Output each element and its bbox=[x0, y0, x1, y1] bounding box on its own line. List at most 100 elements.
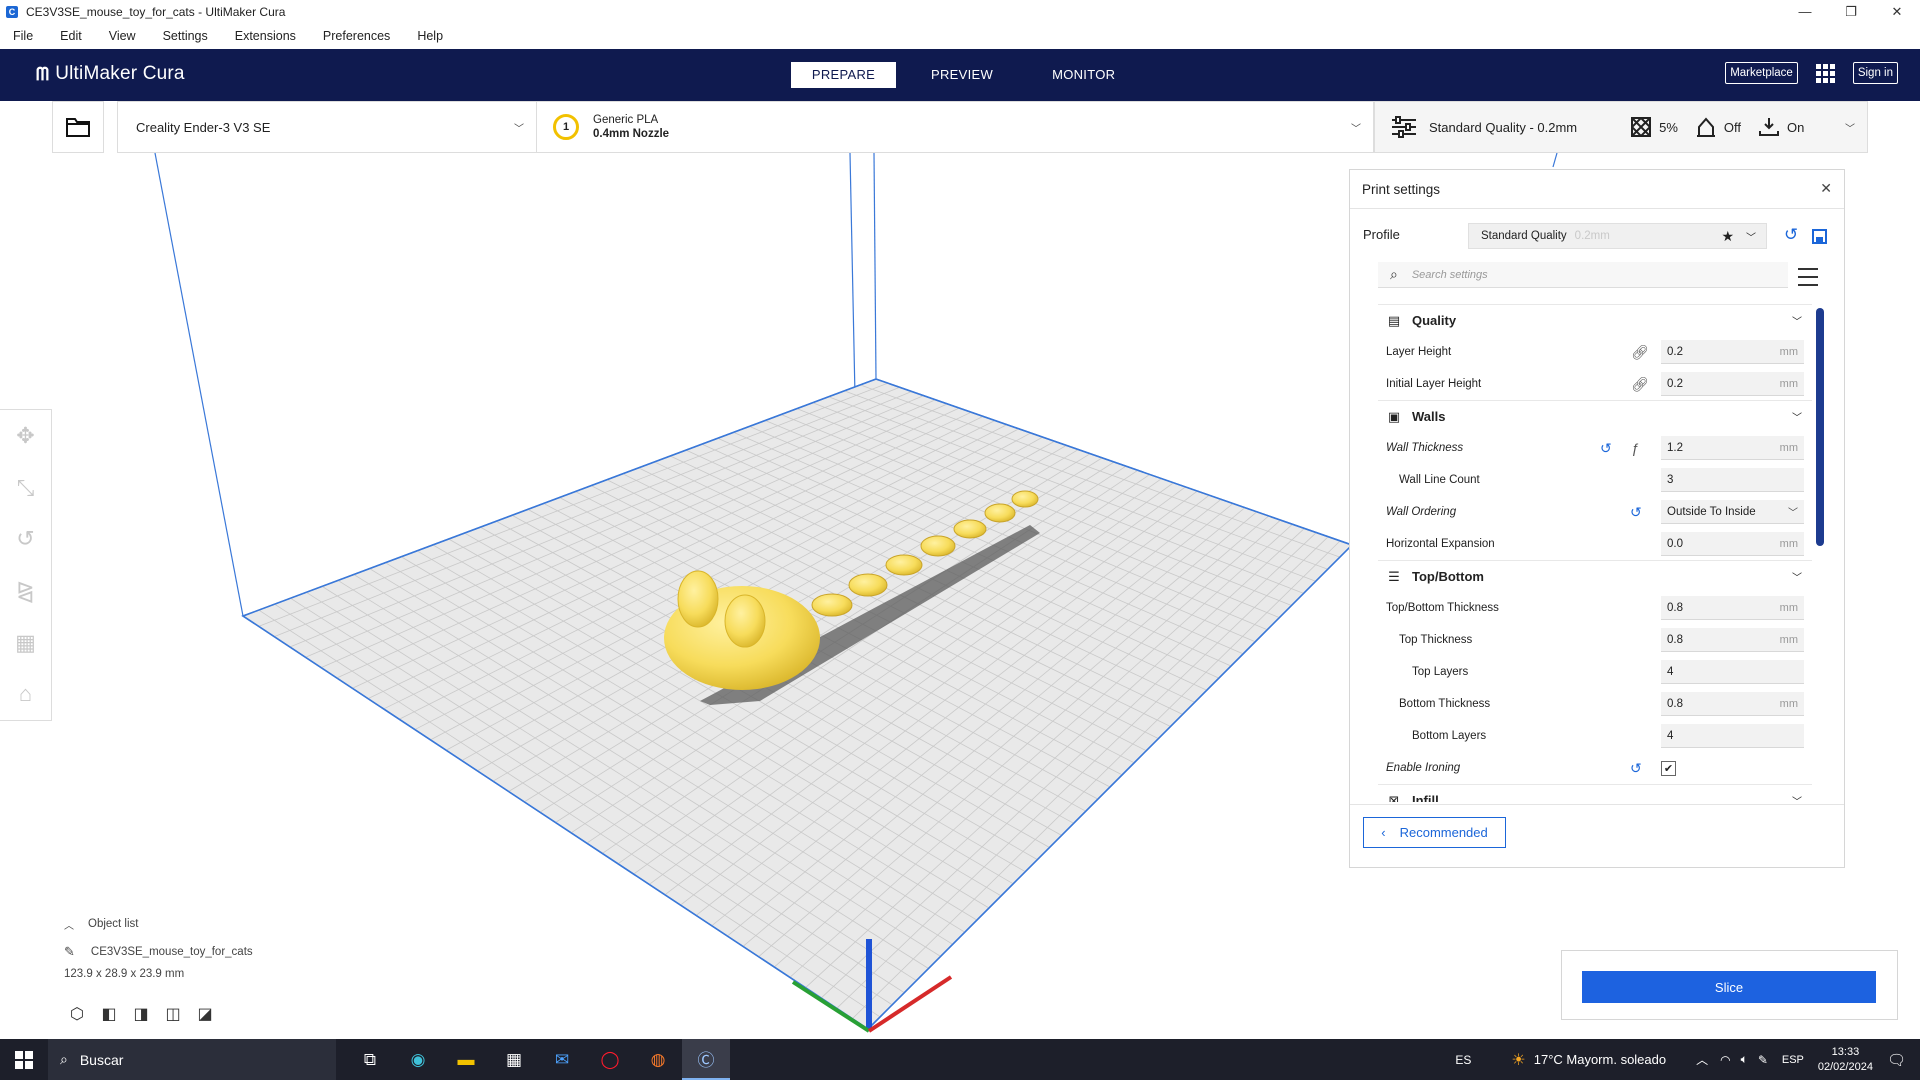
taskbar-search[interactable]: ⌕ Buscar bbox=[48, 1039, 336, 1080]
object-name-row[interactable]: ✎ CE3V3SE_mouse_toy_for_cats bbox=[64, 941, 253, 963]
file-explorer-icon[interactable]: ▬ bbox=[442, 1039, 490, 1080]
sign-in-button[interactable]: Sign in bbox=[1852, 62, 1898, 84]
material-name: Generic PLA bbox=[593, 114, 659, 126]
close-window-button[interactable]: ✕ bbox=[1874, 0, 1920, 23]
profile-dropdown[interactable]: Standard Quality 0.2mm ★ ﹀ bbox=[1468, 223, 1767, 249]
store-icon[interactable]: ▦ bbox=[490, 1039, 538, 1080]
top-thickness-field[interactable]: 0.8 mm bbox=[1661, 628, 1804, 652]
system-tray: ES ☀ 17°C Mayorm. soleado ︿ ◠ 🔈︎ ✎ ESP 1… bbox=[1455, 1039, 1920, 1080]
start-button[interactable] bbox=[0, 1039, 48, 1080]
menu-edit[interactable]: Edit bbox=[60, 29, 82, 43]
field-value: 0.0 bbox=[1667, 537, 1683, 550]
per-model-settings-icon[interactable]: ▦ bbox=[0, 617, 52, 669]
pen-icon[interactable]: ✎ bbox=[1758, 1053, 1768, 1067]
marketplace-button[interactable]: Marketplace bbox=[1725, 62, 1798, 84]
3d-view-icon[interactable]: ⬡ bbox=[66, 1003, 88, 1025]
stage-tabs: PREPARE PREVIEW MONITOR bbox=[791, 62, 1150, 88]
keyboard-layout[interactable]: ESP bbox=[1782, 1054, 1804, 1066]
field-value: 0.8 bbox=[1667, 601, 1683, 614]
reset-icon[interactable]: ↺ bbox=[1600, 440, 1612, 457]
search-settings-input[interactable]: ⌕ Search settings bbox=[1378, 262, 1788, 288]
apps-grid-icon[interactable] bbox=[1815, 63, 1835, 83]
task-view-icon[interactable]: ⧉ bbox=[346, 1039, 394, 1080]
clock[interactable]: 13:33 02/02/2024 bbox=[1818, 1045, 1873, 1075]
menu-extensions[interactable]: Extensions bbox=[235, 29, 296, 43]
category-walls[interactable]: ▣ Walls ﹀ bbox=[1378, 400, 1812, 432]
tab-prepare[interactable]: PREPARE bbox=[791, 62, 896, 88]
print-settings-panel: Print settings ✕ Profile Standard Qualit… bbox=[1349, 169, 1845, 868]
reset-icon[interactable]: ↺ bbox=[1630, 760, 1642, 777]
edge-icon[interactable]: ◉ bbox=[394, 1039, 442, 1080]
chevron-up-icon[interactable]: ︿ bbox=[1696, 1051, 1708, 1068]
top-layers-field[interactable]: 4 bbox=[1661, 660, 1804, 684]
mirror-tool-icon[interactable]: ⧎ bbox=[0, 565, 52, 617]
volume-icon[interactable]: 🔈︎ bbox=[1741, 1052, 1748, 1067]
reset-profile-icon[interactable]: ↺ bbox=[1784, 225, 1798, 245]
close-icon[interactable]: ✕ bbox=[1820, 180, 1832, 197]
enable-ironing-checkbox[interactable]: ✔ bbox=[1661, 760, 1676, 776]
right-view-icon[interactable]: ◪ bbox=[194, 1003, 216, 1025]
wall-ordering-dropdown[interactable]: Outside To Inside ﹀ bbox=[1661, 500, 1804, 524]
setting-wall-ordering: Wall Ordering ↺ Outside To Inside ﹀ bbox=[1378, 496, 1812, 528]
material-selector[interactable]: 1 Generic PLA 0.4mm Nozzle ﹀ bbox=[537, 101, 1374, 153]
tab-preview[interactable]: PREVIEW bbox=[907, 62, 1017, 88]
slice-button[interactable]: Slice bbox=[1582, 971, 1876, 1003]
menu-view[interactable]: View bbox=[109, 29, 136, 43]
printer-selector[interactable]: Creality Ender-3 V3 SE ﹀ bbox=[117, 101, 537, 153]
weather-text[interactable]: 17°C Mayorm. soleado bbox=[1534, 1052, 1666, 1067]
cura-taskbar-icon[interactable]: Ⓒ bbox=[682, 1039, 730, 1080]
left-view-icon[interactable]: ◫ bbox=[162, 1003, 184, 1025]
menu-file[interactable]: File bbox=[13, 29, 33, 43]
ultimaker-logo-icon: ᗰ bbox=[36, 63, 50, 84]
save-profile-icon[interactable] bbox=[1812, 229, 1827, 244]
mail-icon[interactable]: ✉ bbox=[538, 1039, 586, 1080]
wall-line-count-field[interactable]: 3 bbox=[1661, 468, 1804, 492]
top-view-icon[interactable]: ◨ bbox=[130, 1003, 152, 1025]
chevron-down-icon: ﹀ bbox=[1845, 123, 1855, 135]
star-icon[interactable]: ★ bbox=[1721, 228, 1734, 245]
layer-height-field[interactable]: 0.2 mm bbox=[1661, 340, 1804, 364]
menu-help[interactable]: Help bbox=[417, 29, 443, 43]
time: 13:33 bbox=[1831, 1045, 1860, 1058]
wall-thickness-field[interactable]: 1.2 mm bbox=[1661, 436, 1804, 460]
notifications-icon[interactable]: 🗨︎ bbox=[1887, 1051, 1906, 1069]
bottom-layers-field[interactable]: 4 bbox=[1661, 724, 1804, 748]
reset-icon[interactable]: ↺ bbox=[1630, 504, 1642, 521]
category-top-bottom[interactable]: ☰ Top/Bottom ﹀ bbox=[1378, 560, 1812, 592]
blender-icon[interactable]: ◍ bbox=[634, 1039, 682, 1080]
setting-label: Layer Height bbox=[1386, 346, 1452, 358]
category-infill[interactable]: ⊠ Infill ﹀ bbox=[1378, 784, 1812, 802]
print-settings-selector[interactable]: Standard Quality - 0.2mm 5% Off On ﹀ bbox=[1374, 101, 1868, 153]
bottom-thickness-field[interactable]: 0.8 mm bbox=[1661, 692, 1804, 716]
maximize-button[interactable]: ❐ bbox=[1828, 0, 1874, 23]
initial-layer-height-field[interactable]: 0.2 mm bbox=[1661, 372, 1804, 396]
chevron-down-icon: ﹀ bbox=[1792, 413, 1802, 424]
minimize-button[interactable]: — bbox=[1782, 0, 1828, 23]
front-view-icon[interactable]: ◧ bbox=[98, 1003, 120, 1025]
settings-scrollbar[interactable] bbox=[1816, 308, 1824, 546]
setting-label: Top Thickness bbox=[1399, 634, 1473, 646]
weather-icon: ☀ bbox=[1511, 1051, 1526, 1069]
horizontal-expansion-field[interactable]: 0.0 mm bbox=[1661, 532, 1804, 556]
language-indicator[interactable]: ES bbox=[1455, 1053, 1471, 1067]
open-file-button[interactable] bbox=[52, 101, 104, 153]
field-value: 0.2 bbox=[1667, 345, 1683, 358]
menu-preferences[interactable]: Preferences bbox=[323, 29, 390, 43]
rotate-tool-icon[interactable]: ↺ bbox=[0, 513, 52, 565]
tab-monitor[interactable]: MONITOR bbox=[1028, 62, 1139, 88]
logo-text: UltiMaker Cura bbox=[55, 63, 185, 84]
opera-icon[interactable]: ◯ bbox=[586, 1039, 634, 1080]
top-bottom-thickness-field[interactable]: 0.8 mm bbox=[1661, 596, 1804, 620]
hamburger-menu-icon[interactable] bbox=[1798, 268, 1818, 292]
support-blocker-icon[interactable]: ⌂ bbox=[0, 668, 52, 720]
network-icon[interactable]: ◠ bbox=[1720, 1053, 1730, 1067]
object-list-toggle[interactable]: ︿ Object list bbox=[64, 913, 253, 935]
category-quality[interactable]: ▤ Quality ﹀ bbox=[1378, 304, 1812, 336]
field-value: 1.2 bbox=[1667, 441, 1683, 454]
job-toolbar: Creality Ender-3 V3 SE ﹀ 1 Generic PLA 0… bbox=[52, 101, 1868, 153]
menu-settings[interactable]: Settings bbox=[163, 29, 208, 43]
recommended-button[interactable]: ‹ Recommended bbox=[1363, 817, 1506, 848]
nozzle-size: 0.4mm Nozzle bbox=[593, 128, 670, 140]
scale-tool-icon[interactable]: ⤡ bbox=[0, 462, 52, 514]
move-tool-icon[interactable]: ✥ bbox=[0, 410, 52, 462]
